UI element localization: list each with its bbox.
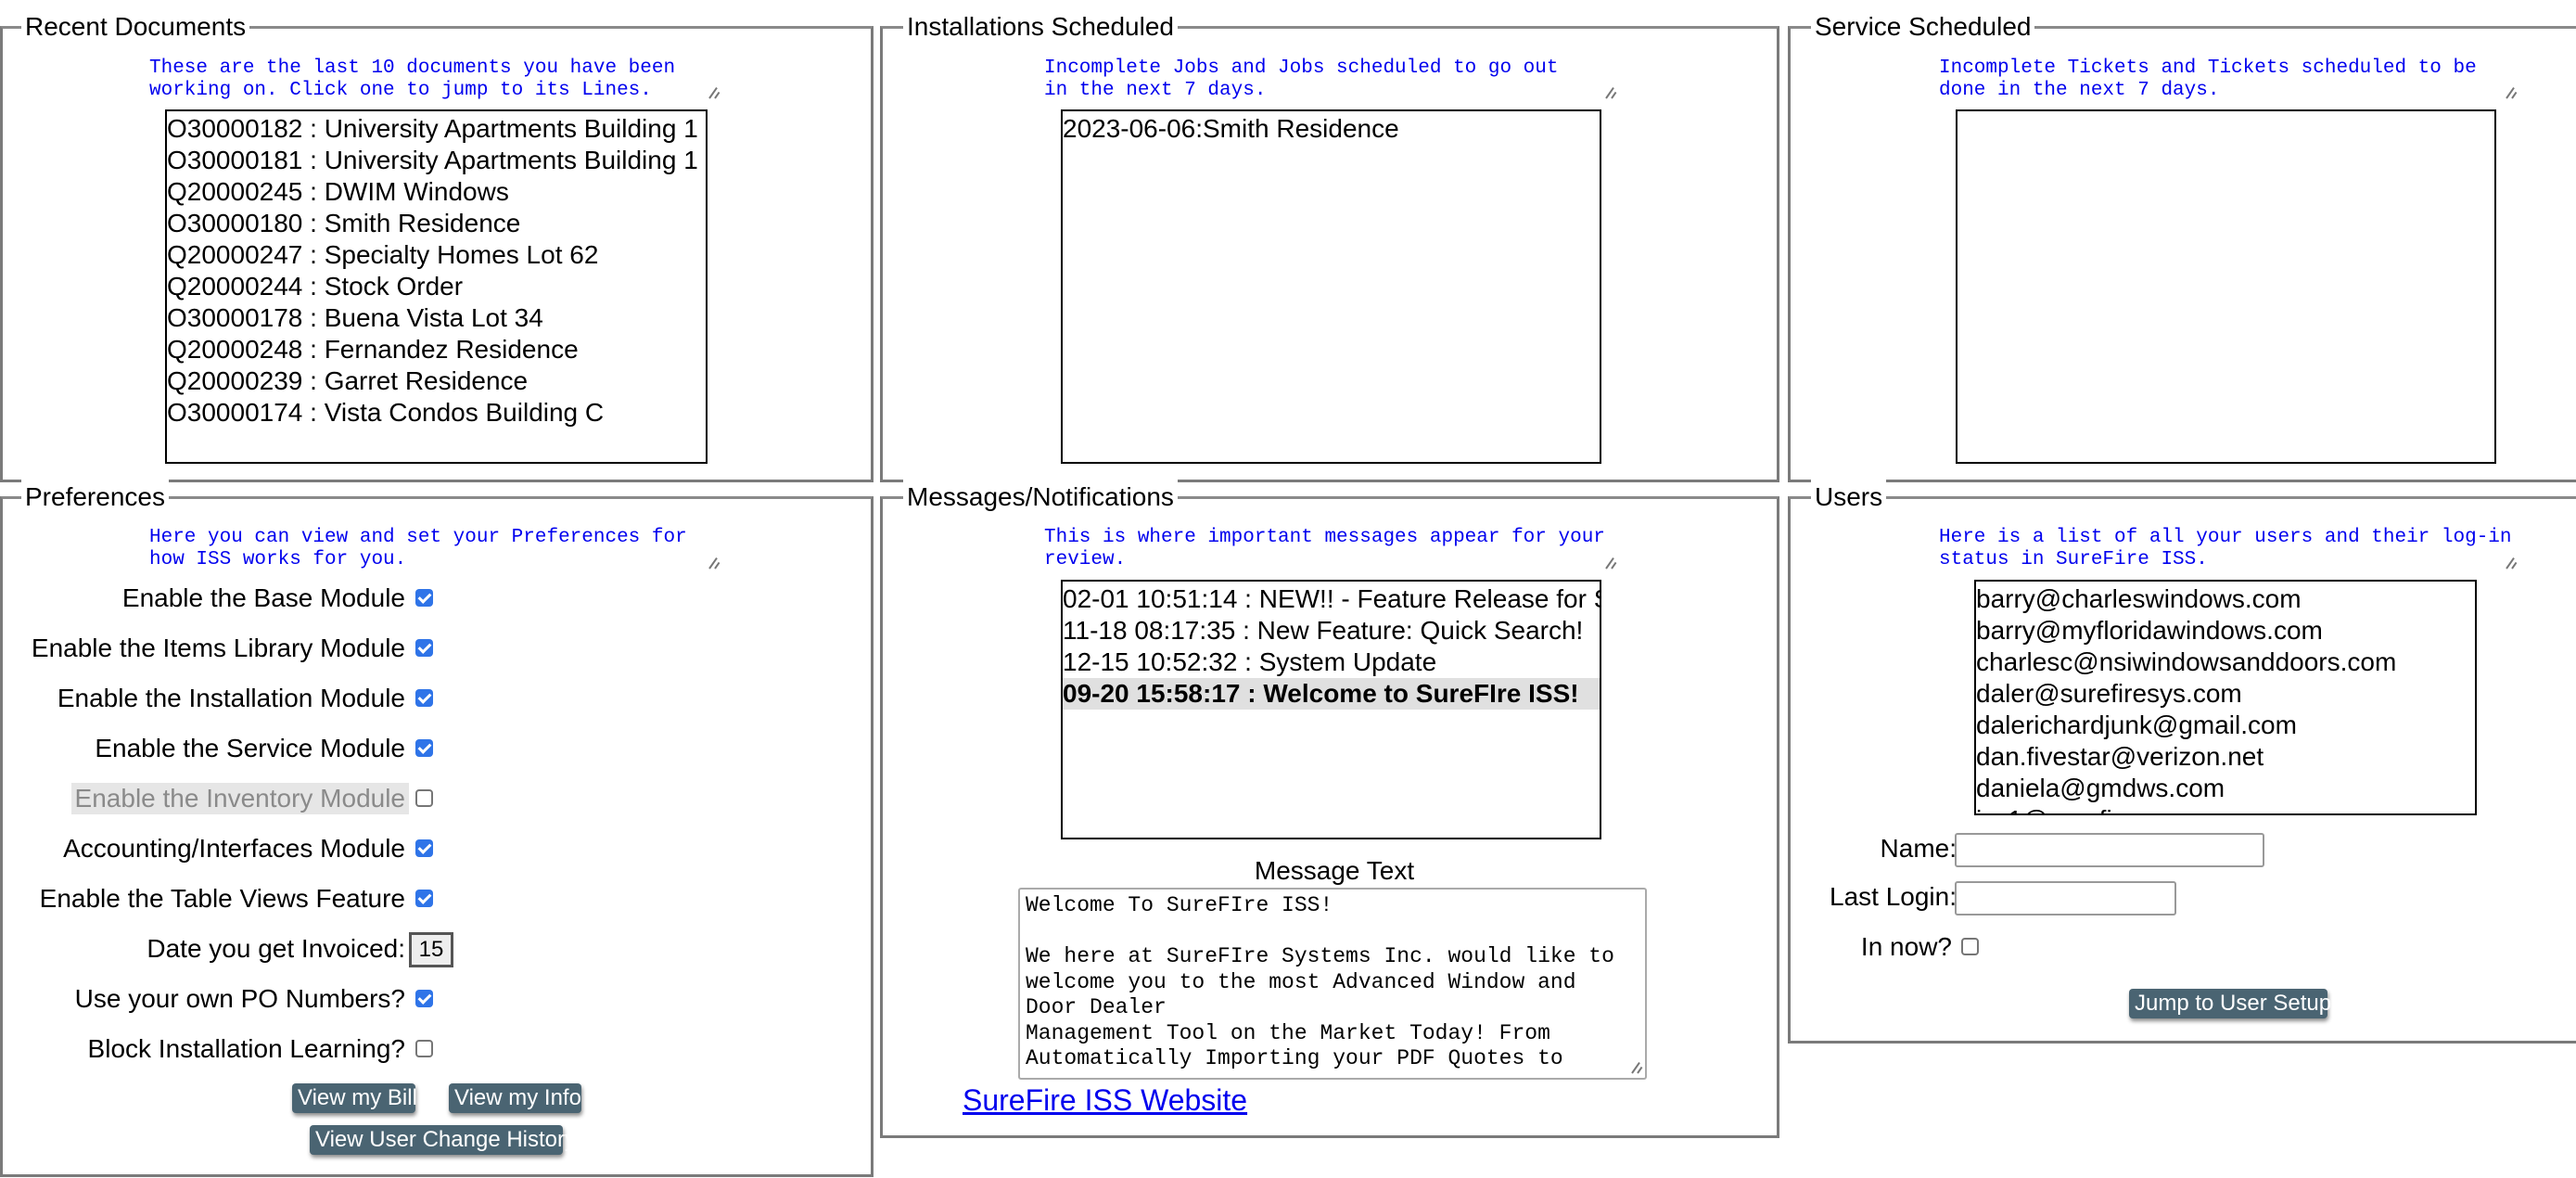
recent-documents-panel: Recent Documents These are the last 10 d…: [0, 8, 874, 482]
users-panel: Users Here is a list of all your users a…: [1788, 479, 2576, 1044]
view-user-change-history-button[interactable]: View User Change History: [310, 1125, 576, 1155]
preference-checkbox[interactable]: [415, 689, 433, 707]
preference-label: Enable the Table Views Feature: [39, 884, 405, 913]
in-now-label: In now?: [1860, 932, 1952, 961]
preference-label: Enable the Base Module: [121, 583, 405, 612]
preference-row: Accounting/Interfaces Module: [3, 833, 439, 864]
user-item[interactable]: daniela@gmdws.com: [1976, 773, 2475, 804]
messages-list[interactable]: 02-01 10:51:14 : NEW!! - Feature Release…: [1061, 580, 1601, 839]
last-login-input[interactable]: [1955, 881, 2176, 916]
preference-row: Enable the Items Library Module: [3, 633, 439, 664]
installation-item[interactable]: 2023-06-06:Smith Residence: [1063, 113, 1600, 145]
installations-scheduled-panel: Installations Scheduled Incomplete Jobs …: [880, 8, 1779, 482]
recent-document-item[interactable]: Q20000245 : DWIM Windows: [167, 176, 706, 208]
message-text-area[interactable]: Welcome To SureFIre ISS! We here at Sure…: [1018, 888, 1647, 1080]
messages-hint: This is where important messages appear …: [1044, 527, 1617, 570]
user-item[interactable]: daler@surefiresys.com: [1976, 678, 2475, 710]
recent-documents-list[interactable]: O30000182 : University Apartments Buildi…: [165, 109, 708, 464]
preference-label: Enable the Items Library Module: [31, 634, 405, 662]
messages-panel: Messages/Notifications This is where imp…: [880, 479, 1779, 1138]
last-login-label: Last Login:: [1830, 882, 1957, 911]
own-po-numbers-label: Use your own PO Numbers?: [74, 984, 405, 1013]
users-hint: Here is a list of all your users and the…: [1939, 527, 2524, 570]
recent-document-item[interactable]: O30000174 : Vista Condos Building C: [167, 397, 706, 429]
recent-document-item[interactable]: Q20000244 : Stock Order: [167, 271, 706, 302]
resize-grip-icon[interactable]: [708, 86, 721, 99]
preference-label: Accounting/Interfaces Module: [63, 834, 405, 863]
user-item[interactable]: dalerichardjunk@gmail.com: [1976, 710, 2475, 741]
preferences-hint: Here you can view and set your Preferenc…: [149, 527, 699, 570]
preference-row: Enable the Inventory Module: [3, 783, 439, 814]
invoice-date-label: Date you get Invoiced:: [147, 934, 405, 963]
preferences-panel: Preferences Here you can view and set yo…: [0, 479, 874, 1177]
recent-document-item[interactable]: Q20000239 : Garret Residence: [167, 365, 706, 397]
preference-label: Enable the Inventory Module: [70, 783, 409, 814]
users-legend: Users: [1811, 479, 1887, 516]
surefire-website-link[interactable]: SureFire ISS Website: [963, 1082, 1247, 1119]
preference-label: Enable the Service Module: [95, 734, 405, 762]
invoice-date-input[interactable]: 15: [409, 932, 453, 967]
installations-scheduled-list[interactable]: 2023-06-06:Smith Residence: [1061, 109, 1601, 464]
preference-row: Enable the Table Views Feature: [3, 883, 439, 915]
preference-row: Enable the Service Module: [3, 733, 439, 764]
user-item[interactable]: iss1@surefiresys.com: [1976, 804, 2475, 813]
preference-label: Enable the Installation Module: [57, 684, 405, 712]
recent-document-item[interactable]: Q20000248 : Fernandez Residence: [167, 334, 706, 365]
service-scheduled-list[interactable]: [1956, 109, 2496, 464]
message-item[interactable]: 09-20 15:58:17 : Welcome to SureFIre ISS…: [1063, 678, 1600, 710]
service-scheduled-hint: Incomplete Tickets and Tickets scheduled…: [1939, 58, 2489, 101]
messages-legend: Messages/Notifications: [903, 479, 1178, 516]
recent-document-item[interactable]: O30000178 : Buena Vista Lot 34: [167, 302, 706, 334]
users-list[interactable]: barry@charleswindows.com barry@myfloridaw…: [1974, 580, 2477, 815]
recent-document-item[interactable]: O30000181 : University Apartments Buildi…: [167, 145, 706, 176]
preference-row: Enable the Installation Module: [3, 683, 439, 714]
recent-document-item[interactable]: O30000182 : University Apartments Buildi…: [167, 113, 706, 145]
message-item[interactable]: 02-01 10:51:14 : NEW!! - Feature Release…: [1063, 583, 1600, 615]
preference-checkbox[interactable]: [415, 739, 433, 757]
recent-documents-legend: Recent Documents: [21, 8, 250, 45]
recent-document-item[interactable]: Q20000247 : Specialty Homes Lot 62: [167, 239, 706, 271]
resize-grip-icon[interactable]: [708, 557, 721, 570]
installations-scheduled-legend: Installations Scheduled: [903, 8, 1178, 45]
invoice-date-row: Date you get Invoiced: 15: [3, 932, 453, 967]
preference-checkbox[interactable]: [415, 589, 433, 607]
block-installation-learning-checkbox[interactable]: [415, 1040, 433, 1057]
service-scheduled-legend: Service Scheduled: [1811, 8, 2035, 45]
preference-checkbox[interactable]: [415, 839, 433, 857]
recent-documents-hint: These are the last 10 documents you have…: [149, 58, 687, 101]
name-label: Name:: [1880, 834, 1957, 863]
preferences-legend: Preferences: [21, 479, 169, 516]
view-my-bill-button[interactable]: View my Bill: [292, 1083, 417, 1113]
preference-row: Enable the Base Module: [3, 583, 439, 614]
message-item[interactable]: 11-18 08:17:35 : New Feature: Quick Sear…: [1063, 615, 1600, 647]
block-installation-learning-label: Block Installation Learning?: [87, 1034, 405, 1063]
user-item[interactable]: dan.fivestar@verizon.net: [1976, 741, 2475, 773]
resize-grip-icon[interactable]: [1604, 86, 1617, 99]
block-installation-learning-row: Block Installation Learning?: [3, 1033, 439, 1065]
resize-grip-icon[interactable]: [1630, 1061, 1643, 1074]
user-item[interactable]: barry@charleswindows.com: [1976, 583, 2475, 615]
preference-checkbox[interactable]: [415, 890, 433, 907]
view-my-info-button[interactable]: View my Info: [449, 1083, 581, 1113]
installations-scheduled-hint: Incomplete Jobs and Jobs scheduled to go…: [1044, 58, 1571, 101]
own-po-numbers-checkbox[interactable]: [415, 990, 433, 1007]
message-text-label: Message Text: [1254, 856, 1415, 885]
name-input[interactable]: [1955, 833, 2264, 867]
service-scheduled-panel: Service Scheduled Incomplete Tickets and…: [1788, 8, 2576, 482]
user-item[interactable]: charlesc@nsiwindowsanddoors.com: [1976, 647, 2475, 678]
user-item[interactable]: barry@myfloridawindows.com: [1976, 615, 2475, 647]
preference-checkbox[interactable]: [415, 789, 433, 807]
message-item[interactable]: 12-15 10:52:32 : System Update: [1063, 647, 1600, 678]
resize-grip-icon[interactable]: [2505, 557, 2518, 570]
resize-grip-icon[interactable]: [1604, 557, 1617, 570]
resize-grip-icon[interactable]: [2505, 86, 2518, 99]
in-now-checkbox[interactable]: [1961, 938, 1979, 955]
own-po-numbers-row: Use your own PO Numbers?: [3, 983, 439, 1015]
recent-document-item[interactable]: O30000180 : Smith Residence: [167, 208, 706, 239]
preference-checkbox[interactable]: [415, 639, 433, 657]
jump-to-user-setup-button[interactable]: Jump to User Setup: [2129, 989, 2331, 1018]
